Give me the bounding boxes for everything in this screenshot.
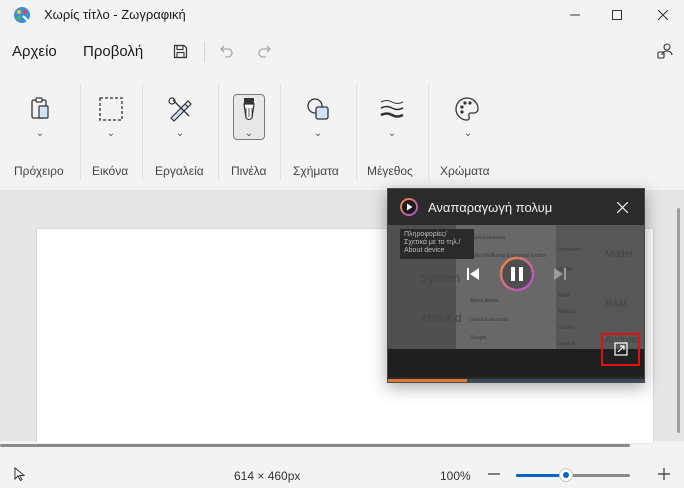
- maximize-icon: [612, 10, 622, 20]
- title-bar: Χωρίς τίτλο - Ζωγραφική: [0, 0, 684, 30]
- maximize-button[interactable]: [594, 0, 640, 30]
- tooltip-line: Πληροφορίες/: [404, 231, 447, 238]
- selection-icon: [96, 94, 126, 124]
- group-image[interactable]: ⌄ Εικόνα: [80, 78, 142, 186]
- brush-icon: [234, 94, 264, 124]
- status-bar: 614 × 460px 100%: [0, 452, 684, 488]
- close-icon: [658, 10, 668, 20]
- miniplayer-header: Αναπαραγωγή πολυμ: [388, 189, 644, 225]
- video-text: Legal in: [558, 341, 576, 347]
- video-text: Model: [605, 249, 633, 260]
- group-brushes[interactable]: ⌄ Πινέλα: [218, 78, 280, 186]
- group-shapes[interactable]: ⌄ Σχήματα: [280, 78, 356, 186]
- video-text: System: [420, 271, 461, 285]
- minimize-icon: [570, 14, 580, 16]
- group-label: Πινέλα: [231, 164, 267, 178]
- palette-icon: [452, 94, 482, 124]
- ribbon: ⌄ Πρόχειρο ⌄ Εικόνα ⌄ Εργαλεία ⌄ Πινέλα …: [0, 78, 684, 186]
- menu-separator: [204, 42, 205, 62]
- group-tools[interactable]: ⌄ Εργαλεία: [142, 78, 218, 186]
- video-text: About device: [470, 298, 499, 304]
- chevron-down-icon[interactable]: ⌄: [103, 128, 119, 139]
- skip-previous-icon: [467, 268, 479, 280]
- account-button[interactable]: [654, 40, 676, 62]
- miniplayer-close-button[interactable]: [612, 197, 632, 217]
- miniplayer-title: Αναπαραγωγή πολυμ: [428, 200, 553, 215]
- close-icon: [616, 201, 628, 213]
- tooltip-line: Σχετικά με το τηλ./: [404, 239, 461, 246]
- video-text: RAM: [558, 293, 570, 299]
- tooltip-line: About device: [404, 247, 445, 254]
- chevron-down-icon[interactable]: ⌄: [241, 128, 257, 139]
- save-button[interactable]: [169, 40, 191, 62]
- redo-icon: [258, 45, 271, 58]
- video-text: Users & accounts: [470, 317, 510, 323]
- paint-app-icon: [14, 7, 30, 23]
- media-player-icon: [400, 198, 418, 216]
- video-tooltip: Πληροφορίες/ Σχετικά με το τηλ./ About d…: [400, 229, 474, 259]
- close-button[interactable]: [640, 0, 684, 30]
- group-label: Σχήματα: [293, 164, 339, 178]
- canvas-size-text: 614 × 460px: [234, 469, 301, 483]
- group-label: Μέγεθος: [367, 164, 413, 178]
- highlight-box: [601, 333, 640, 366]
- next-button[interactable]: [549, 263, 571, 285]
- group-label: Εργαλεία: [155, 164, 204, 178]
- group-colors[interactable]: ⌄ Χρώματα: [428, 78, 504, 186]
- group-size[interactable]: ⌄ Μέγεθος: [356, 78, 428, 186]
- redo-button[interactable]: [254, 40, 276, 62]
- pause-button[interactable]: [499, 256, 535, 292]
- pause-icon: [499, 256, 535, 292]
- chevron-down-icon[interactable]: ⌄: [384, 128, 400, 139]
- tools-icon: [165, 94, 195, 124]
- previous-button[interactable]: [462, 263, 484, 285]
- minimize-button[interactable]: [552, 0, 598, 30]
- menu-file[interactable]: Αρχείο: [12, 43, 57, 60]
- horizontal-scrollbar[interactable]: [0, 444, 630, 447]
- skip-next-icon: [554, 268, 566, 280]
- group-clipboard[interactable]: ⌄ Πρόχειρο: [0, 78, 80, 186]
- video-text: Processor: [558, 247, 581, 253]
- video-text: About d: [420, 311, 462, 325]
- group-label: Εικόνα: [92, 164, 129, 178]
- shapes-icon: [303, 94, 333, 124]
- undo-icon: [220, 45, 233, 58]
- video-text: Google: [470, 335, 487, 341]
- video-text: Android: [558, 309, 576, 315]
- minus-icon[interactable]: [488, 472, 500, 476]
- progress-fill: [388, 379, 467, 382]
- plus-icon[interactable]: [658, 468, 670, 480]
- chevron-down-icon[interactable]: ⌄: [172, 128, 188, 139]
- zoom-slider-thumb[interactable]: [559, 468, 573, 482]
- group-label: Χρώματα: [440, 164, 490, 178]
- vertical-scrollbar[interactable]: [677, 208, 680, 433]
- group-label: Πρόχειρο: [14, 164, 64, 178]
- zoom-text: 100%: [440, 469, 471, 483]
- pointer-icon: [14, 467, 26, 481]
- window-title: Χωρίς τίτλο - Ζωγραφική: [44, 7, 186, 22]
- media-player-miniplayer[interactable]: Αναπαραγωγή πολυμ System About d Model R…: [387, 188, 645, 383]
- undo-button[interactable]: [215, 40, 237, 62]
- video-text: RAM: [605, 299, 628, 310]
- save-icon: [173, 44, 187, 58]
- menu-bar: Αρχείο Προβολή: [0, 34, 684, 68]
- size-icon: [377, 94, 407, 124]
- chevron-down-icon[interactable]: ⌄: [32, 128, 48, 139]
- menu-view[interactable]: Προβολή: [83, 43, 143, 60]
- video-text: Version: [558, 325, 575, 331]
- account-icon: [657, 43, 673, 59]
- chevron-down-icon[interactable]: ⌄: [460, 128, 476, 139]
- clipboard-icon: [25, 94, 55, 124]
- chevron-down-icon[interactable]: ⌄: [310, 128, 326, 139]
- miniplayer-video[interactable]: System About d Model RAM Android General…: [388, 225, 644, 349]
